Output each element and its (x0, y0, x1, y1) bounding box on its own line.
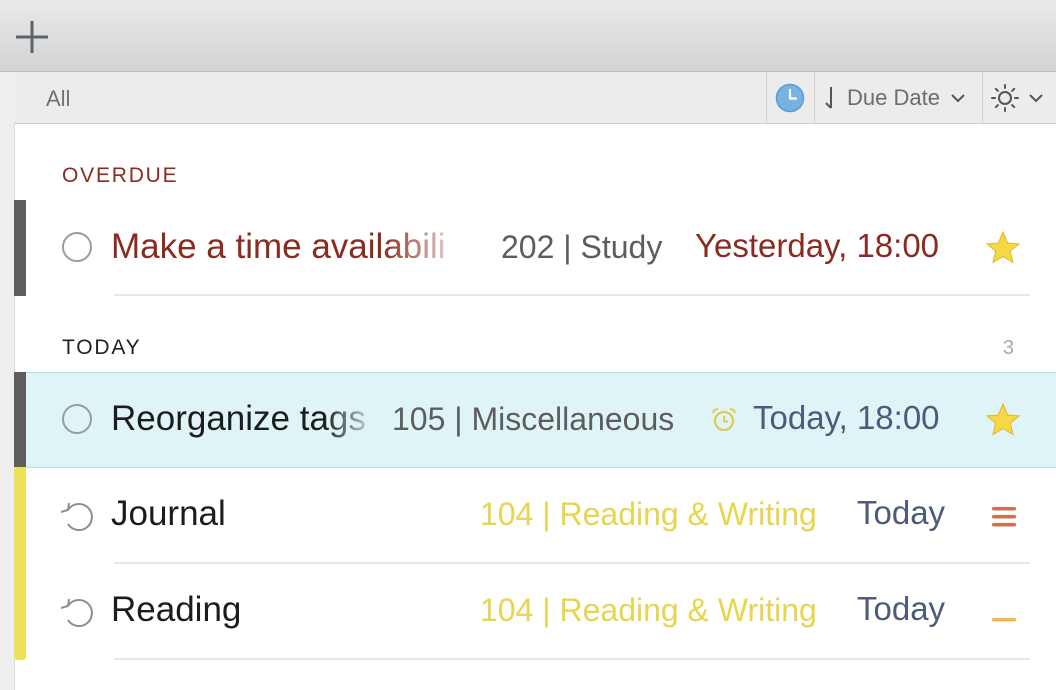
plus-icon (16, 21, 48, 53)
star-icon[interactable] (985, 402, 1021, 438)
task-due-date: Today, 18:00 (753, 399, 940, 436)
filter-label[interactable]: All (46, 86, 70, 112)
divider (982, 72, 983, 123)
task-row[interactable]: Journal 104 | Reading & Writing Today (26, 468, 1056, 562)
task-due-date: Yesterday, 18:00 (695, 227, 940, 264)
task-title[interactable]: Make a time availabili (111, 227, 471, 267)
section-header-today: TODAY (62, 336, 142, 359)
section-header-overdue: OVERDUE (62, 164, 179, 187)
task-list-label: 104 | Reading & Writing (480, 592, 817, 628)
sun-icon (991, 84, 1019, 112)
section-count: 3 (1002, 337, 1014, 359)
task-row[interactable]: Make a time availabili 202 | Study Yeste… (26, 201, 1056, 295)
sort-label: Due Date (847, 85, 940, 110)
sidebar-edge (0, 72, 15, 690)
task-row-selected[interactable]: Reorganize tags 105 | Miscellaneous Toda… (26, 372, 1056, 468)
sort-button[interactable]: Due Date (823, 82, 966, 114)
star-icon[interactable] (985, 230, 1021, 266)
task-title[interactable]: Reading (111, 590, 241, 630)
sort-arrow-icon (825, 87, 832, 109)
task-checkbox[interactable] (62, 232, 92, 262)
display-options-button[interactable] (990, 83, 1044, 113)
priority-high-icon[interactable] (990, 505, 1018, 529)
divider (814, 72, 815, 123)
task-indicator (14, 200, 26, 296)
time-filter-button[interactable] (775, 83, 805, 113)
task-indicator (14, 372, 26, 467)
repeat-icon[interactable] (56, 498, 96, 534)
task-list-label: 105 | Miscellaneous (392, 401, 675, 437)
task-title[interactable]: Reorganize tags (111, 399, 377, 439)
priority-medium-icon[interactable] (990, 616, 1018, 624)
task-checkbox[interactable] (62, 404, 92, 434)
clock-icon (775, 83, 805, 113)
chevron-down-icon (951, 94, 965, 103)
task-due-date: Today (857, 494, 946, 531)
row-divider (114, 658, 1030, 660)
toolbar (0, 0, 1056, 72)
repeat-icon[interactable] (56, 594, 96, 630)
task-title[interactable]: Journal (111, 494, 226, 534)
task-indicator (14, 563, 26, 660)
row-divider (114, 294, 1030, 296)
chevron-down-icon (1029, 94, 1043, 103)
add-task-button[interactable] (14, 19, 50, 55)
task-due-date: Today (857, 590, 946, 627)
filter-bar: All Due Date (14, 72, 1056, 124)
alarm-clock-icon (712, 408, 736, 431)
divider (766, 72, 767, 123)
task-indicator (14, 467, 26, 563)
task-list-label: 104 | Reading & Writing (480, 496, 817, 532)
task-list-label: 202 | Study (501, 229, 663, 265)
task-row[interactable]: Reading 104 | Reading & Writing Today (26, 564, 1056, 658)
